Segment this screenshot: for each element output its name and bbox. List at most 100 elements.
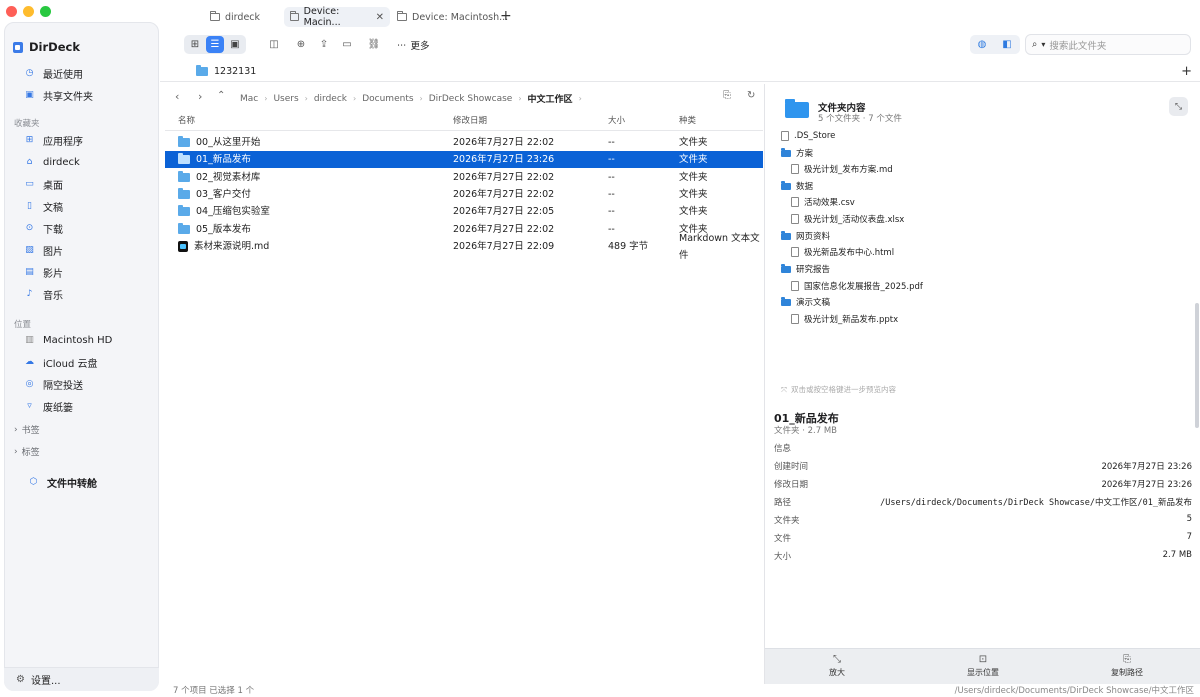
column-modified-header[interactable]: 修改日期 — [453, 112, 487, 130]
up-button[interactable]: ⌃ — [217, 90, 225, 101]
column-kind-header[interactable]: 种类 — [679, 112, 696, 130]
tab-device-active[interactable]: Device: Macin... ✕ — [284, 6, 390, 28]
table-row-selected[interactable]: 01_新品发布 2026年7月27日 23:26 -- 文件夹 — [165, 151, 763, 168]
disk-icon: ▥ — [25, 334, 34, 345]
pinned-item[interactable]: 1232131 — [196, 65, 256, 77]
tree-label: 极光计划_活动仪表盘.xlsx — [804, 215, 905, 225]
info-value[interactable]: /Users/dirdeck/Documents/DirDeck Showcas… — [880, 496, 1192, 508]
zoom-window-button[interactable] — [40, 6, 51, 17]
copy-path-button[interactable]: ⎘ 复制路径 — [1087, 654, 1167, 678]
preview-scrollbar[interactable] — [1195, 303, 1199, 428]
table-row[interactable]: 02_视觉素材库 2026年7月27日 22:02 -- 文件夹 — [165, 169, 763, 186]
link-button[interactable]: ⛓ — [365, 35, 383, 53]
sidebar-item-music[interactable]: ♪ 音乐 — [24, 284, 63, 304]
zoom-button[interactable]: ⤡ 放大 — [797, 654, 877, 678]
tree-item[interactable]: .DS_Store — [781, 129, 835, 143]
row-name: 04_压缩包实验室 — [196, 206, 270, 217]
sidebar-item-trash[interactable]: ▿ 废纸篓 — [24, 396, 73, 416]
row-name: 05_版本发布 — [196, 224, 251, 235]
column-name-header[interactable]: 名称 — [178, 112, 195, 130]
breadcrumb-item[interactable]: Mac — [240, 94, 258, 104]
breadcrumb-item[interactable]: Documents — [362, 94, 413, 104]
column-size-header[interactable]: 大小 — [608, 112, 625, 130]
tags-toggle[interactable]: › 标签 — [14, 445, 40, 459]
expand-icon[interactable]: ⤡ — [1169, 97, 1188, 116]
sidebar-item-icloud[interactable]: ☁ iCloud 云盘 — [24, 352, 98, 372]
new-tab-button[interactable]: + — [500, 8, 512, 24]
sparkle-icon: ⤧ — [781, 384, 787, 394]
tree-item[interactable]: 极光新品发布中心.html — [791, 245, 894, 259]
sidebar-item-documents[interactable]: ▯ 文稿 — [24, 196, 63, 216]
folder-icon — [781, 147, 791, 157]
preview-panel-toggle[interactable]: ◧ — [998, 36, 1016, 53]
tree-label: 数据 — [796, 182, 814, 192]
sidebar-item-desktop[interactable]: ▭ 桌面 — [24, 174, 63, 194]
table-row[interactable]: 04_压缩包实验室 2026年7月27日 22:05 -- 文件夹 — [165, 203, 763, 220]
gallery-view-button[interactable]: ▣ — [226, 36, 244, 53]
share-button[interactable]: ⇪ — [315, 35, 333, 53]
terminal-button[interactable]: ▭ — [338, 35, 356, 53]
download-icon: ⊙ — [25, 222, 34, 233]
tree-item[interactable]: 方案 — [781, 146, 813, 160]
reveal-button[interactable]: ⊡ 显示位置 — [943, 654, 1023, 678]
list-view-button[interactable]: ☰ — [206, 36, 224, 53]
sidebar-item-airdrop[interactable]: ◎ 隔空投送 — [24, 374, 83, 394]
add-pinned-button[interactable]: + — [1181, 64, 1192, 79]
copy-path-icon[interactable]: ⎘ — [723, 90, 731, 101]
sidebar-item-transfer[interactable]: ⬡ 文件中转舱 — [28, 472, 97, 492]
table-row[interactable]: 00_从这里开始 2026年7月27日 22:02 -- 文件夹 — [165, 134, 763, 151]
sidebar-item-movies[interactable]: ▤ 影片 — [24, 262, 63, 282]
tab-dirdeck[interactable]: dirdeck — [204, 7, 266, 27]
sidebar-item-apps[interactable]: ⊞ 应用程序 — [24, 130, 83, 150]
sidebar-item-macintosh-hd[interactable]: ▥ Macintosh HD — [24, 330, 112, 350]
file-icon — [781, 131, 789, 141]
network-icon[interactable]: ◍ — [973, 36, 991, 53]
breadcrumb-item[interactable]: Users — [273, 94, 298, 104]
tree-item[interactable]: 研究报告 — [781, 262, 830, 276]
sidebar-item-downloads[interactable]: ⊙ 下载 — [24, 218, 63, 238]
tree-item[interactable]: 网页资料 — [781, 229, 830, 243]
info-value: 2026年7月27日 23:26 — [1101, 480, 1192, 490]
bookmarks-toggle[interactable]: › 书签 — [14, 423, 40, 437]
forward-button[interactable]: › — [198, 90, 202, 103]
folder-icon — [178, 205, 190, 216]
sidebar-item-label: 桌面 — [43, 180, 63, 192]
tree-item[interactable]: 极光计划_新品发布.pptx — [791, 312, 898, 326]
close-window-button[interactable] — [6, 6, 17, 17]
sidebar-item-label: 下载 — [43, 224, 63, 236]
icon-view-button[interactable]: ⊞ — [186, 36, 204, 53]
tab-device[interactable]: Device: Macintosh... — [391, 7, 514, 27]
more-menu-button[interactable]: ⋯ 更多 — [397, 38, 430, 53]
minimize-window-button[interactable] — [23, 6, 34, 17]
tree-item[interactable]: 演示文稿 — [781, 295, 830, 309]
sidebar-item-label: 文件中转舱 — [47, 478, 97, 490]
table-row[interactable]: 素材来源说明.md 2026年7月27日 22:09 489 字节 Markdo… — [165, 233, 763, 261]
close-tab-icon[interactable]: ✕ — [376, 12, 384, 23]
breadcrumb-item[interactable]: DirDeck Showcase — [429, 94, 513, 104]
back-button[interactable]: ‹ — [175, 90, 179, 103]
table-row[interactable]: 05_版本发布 2026年7月27日 22:02 -- 文件夹 — [165, 221, 763, 238]
info-value: 2026年7月27日 23:26 — [1101, 462, 1192, 472]
tree-item[interactable]: 极光计划_发布方案.md — [791, 162, 893, 176]
sidebar-item-shared[interactable]: ▣ 共享文件夹 — [24, 85, 93, 105]
sidebar-item-pictures[interactable]: ▨ 图片 — [24, 240, 63, 260]
split-view-button[interactable]: ◫ — [265, 35, 283, 53]
window-controls — [6, 6, 51, 17]
refresh-icon[interactable]: ↻ — [747, 90, 755, 101]
row-modified: 2026年7月27日 22:02 — [453, 224, 555, 235]
tree-item[interactable]: 活动效果.csv — [791, 195, 855, 209]
settings-button[interactable]: ⚙ 设置... — [4, 667, 159, 691]
locations-section-title: 位置 — [14, 320, 32, 330]
breadcrumb-item[interactable]: dirdeck — [314, 94, 347, 104]
sidebar-item-dirdeck[interactable]: ⌂ dirdeck — [24, 152, 80, 172]
tree-item[interactable]: 数据 — [781, 179, 813, 193]
table-row[interactable]: 03_客户交付 2026年7月27日 22:02 -- 文件夹 — [165, 186, 763, 203]
new-folder-button[interactable]: ⊕ — [292, 35, 310, 53]
breadcrumb-current[interactable]: 中文工作区 — [528, 92, 573, 105]
tree-item[interactable]: 国家信息化发展报告_2025.pdf — [791, 279, 923, 293]
sidebar-item-recent[interactable]: ◷ 最近使用 — [24, 63, 83, 83]
info-row-files: 文件 7 — [774, 532, 1192, 546]
tree-item[interactable]: 极光计划_活动仪表盘.xlsx — [791, 212, 904, 226]
ellipsis-icon: ⋯ — [397, 39, 407, 51]
search-field[interactable]: ⌕ ▾ 搜索此文件夹 — [1025, 34, 1191, 55]
